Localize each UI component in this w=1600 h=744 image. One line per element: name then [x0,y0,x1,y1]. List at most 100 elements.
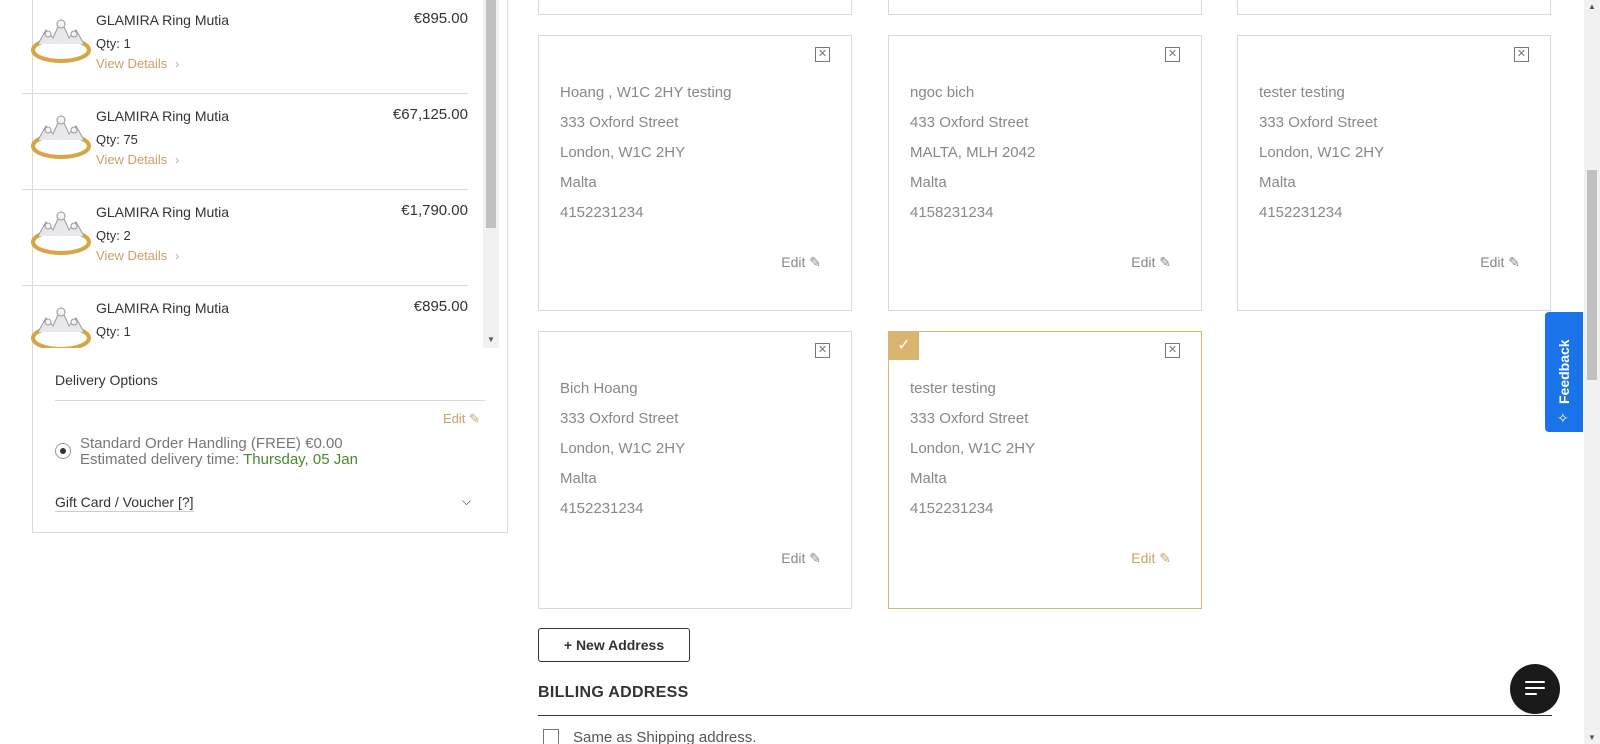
menu-lines-icon [1525,681,1545,699]
address-card-selected[interactable]: ✓ ✕ tester testing 333 Oxford Street Lon… [888,331,1202,609]
checkmark-icon: ✓ [889,332,919,360]
pencil-icon: ✎ [809,254,821,270]
address-card[interactable]: ✕ Bich Hoang 333 Oxford Street London, W… [538,331,852,609]
same-as-shipping-label[interactable]: Same as Shipping address. [573,729,756,744]
address-street: 433 Oxford Street [910,114,1029,131]
ring-thumbnail [31,306,91,348]
close-icon[interactable]: ✕ [815,47,830,62]
item-qty: Qty: 75 [96,132,138,147]
close-icon[interactable]: ✕ [1165,343,1180,358]
scrollbar-thumb[interactable] [1587,170,1597,380]
address-name: tester testing [910,380,996,397]
divider [538,715,1552,716]
address-country: Malta [910,174,947,191]
address-card-partial [1237,0,1551,15]
edit-label: Edit [1480,254,1505,270]
address-street: 333 Oxford Street [1259,114,1378,131]
chevron-down-icon[interactable]: ⌵ [462,494,471,509]
item-price: €895.00 [413,10,468,27]
item-price: €67,125.00 [392,106,468,123]
scroll-down-arrow-icon[interactable]: ▼ [1588,733,1596,742]
chevron-right-icon: › [175,249,180,263]
address-name: tester testing [1259,84,1345,101]
address-name: Hoang , W1C 2HY testing [560,84,732,101]
view-details-label: View Details [96,248,168,263]
ring-thumbnail [31,114,91,159]
address-street: 333 Oxford Street [910,410,1029,427]
chat-menu-button[interactable] [1510,664,1560,714]
list-item: GLAMIRA Ring Mutia €895.00 Qty: 1 View D… [22,0,468,94]
edit-address-button[interactable]: Edit ✎ [1131,550,1171,567]
address-card-partial [888,0,1202,15]
item-qty: Qty: 2 [96,228,131,243]
address-card[interactable]: ✕ ngoc bich 433 Oxford Street MALTA, MLH… [888,35,1202,311]
cart-items-list[interactable]: GLAMIRA Ring Mutia €895.00 Qty: 1 View D… [22,0,500,348]
cart-items-scrollbar[interactable]: ▼ [483,0,499,348]
view-details-link[interactable]: View Details › [96,248,179,263]
view-details-link[interactable]: View Details › [96,152,179,167]
pencil-icon: ✎ [1159,550,1171,566]
address-country: Malta [910,470,947,487]
address-card-partial [538,0,852,15]
address-phone: 4152231234 [560,204,644,221]
standard-delivery-radio[interactable] [55,443,71,459]
item-name: GLAMIRA Ring Mutia [96,108,230,124]
ring-thumbnail [31,18,91,63]
scroll-up-arrow-icon[interactable]: ▲ [1588,2,1596,11]
edit-address-button[interactable]: Edit ✎ [1131,254,1171,271]
chevron-right-icon: › [175,57,180,71]
page-scrollbar[interactable]: ▲ ▼ [1584,0,1600,744]
view-details-label: View Details [96,152,168,167]
item-name: GLAMIRA Ring Mutia [96,12,230,28]
feedback-label: Feedback [1556,339,1572,404]
close-icon[interactable]: ✕ [815,343,830,358]
address-country: Malta [560,174,597,191]
feedback-button[interactable]: Feedback ✧ [1545,312,1583,432]
address-street: 333 Oxford Street [560,410,679,427]
edit-address-button[interactable]: Edit ✎ [781,550,821,567]
close-icon[interactable]: ✕ [1165,47,1180,62]
scrollbar-thumb[interactable] [486,0,496,228]
address-card[interactable]: ✕ tester testing 333 Oxford Street Londo… [1237,35,1551,311]
list-item: GLAMIRA Ring Mutia €67,125.00 Qty: 75 Vi… [22,94,468,190]
address-city: London, W1C 2HY [1259,144,1385,161]
view-details-link[interactable]: View Details › [96,56,179,71]
address-street: 333 Oxford Street [560,114,679,131]
same-as-shipping-checkbox[interactable] [543,729,559,744]
address-card[interactable]: ✕ Hoang , W1C 2HY testing 333 Oxford Str… [538,35,852,311]
scroll-down-arrow-icon[interactable]: ▼ [487,335,495,344]
delivery-options-title: Delivery Options [55,372,158,388]
edit-label: Edit [1131,254,1156,270]
delivery-option-label: Standard Order Handling (FREE) €0.00 [80,435,343,452]
edit-address-button[interactable]: Edit ✎ [781,254,821,271]
item-qty: Qty: 1 [96,36,131,51]
address-city: London, W1C 2HY [560,440,686,457]
edit-label: Edit [1131,550,1156,566]
address-phone: 4152231234 [1259,204,1343,221]
pencil-icon: ✎ [1508,254,1520,270]
address-city: MALTA, MLH 2042 [910,144,1036,161]
edit-label: Edit [781,550,806,566]
gift-card-voucher-toggle[interactable]: Gift Card / Voucher [?] [55,494,194,512]
estimated-date: Thursday, 05 Jan [243,451,358,468]
edit-address-button[interactable]: Edit ✎ [1480,254,1520,271]
address-city: London, W1C 2HY [560,144,686,161]
edit-label: Edit [781,254,806,270]
chevron-right-icon: › [175,153,180,167]
close-icon[interactable]: ✕ [1514,47,1529,62]
delivery-estimate: Estimated delivery time: Thursday, 05 Ja… [80,452,358,468]
billing-address-title: BILLING ADDRESS [538,684,689,701]
sparkle-icon: ✧ [1557,410,1569,426]
address-name: ngoc bich [910,84,975,101]
address-name: Bich Hoang [560,380,638,397]
item-price: €1,790.00 [401,202,468,219]
new-address-button[interactable]: + New Address [538,628,690,662]
delivery-option-text: Standard Order Handling (FREE) €0.00 Est… [80,436,358,468]
view-details-label: View Details [96,56,168,71]
pencil-icon: ✎ [809,550,821,566]
item-price: €895.00 [413,298,468,315]
delivery-edit-button[interactable]: Edit ✎ [443,411,480,427]
address-phone: 4152231234 [910,500,994,517]
item-name: GLAMIRA Ring Mutia [96,300,230,316]
address-country: Malta [1259,174,1296,191]
